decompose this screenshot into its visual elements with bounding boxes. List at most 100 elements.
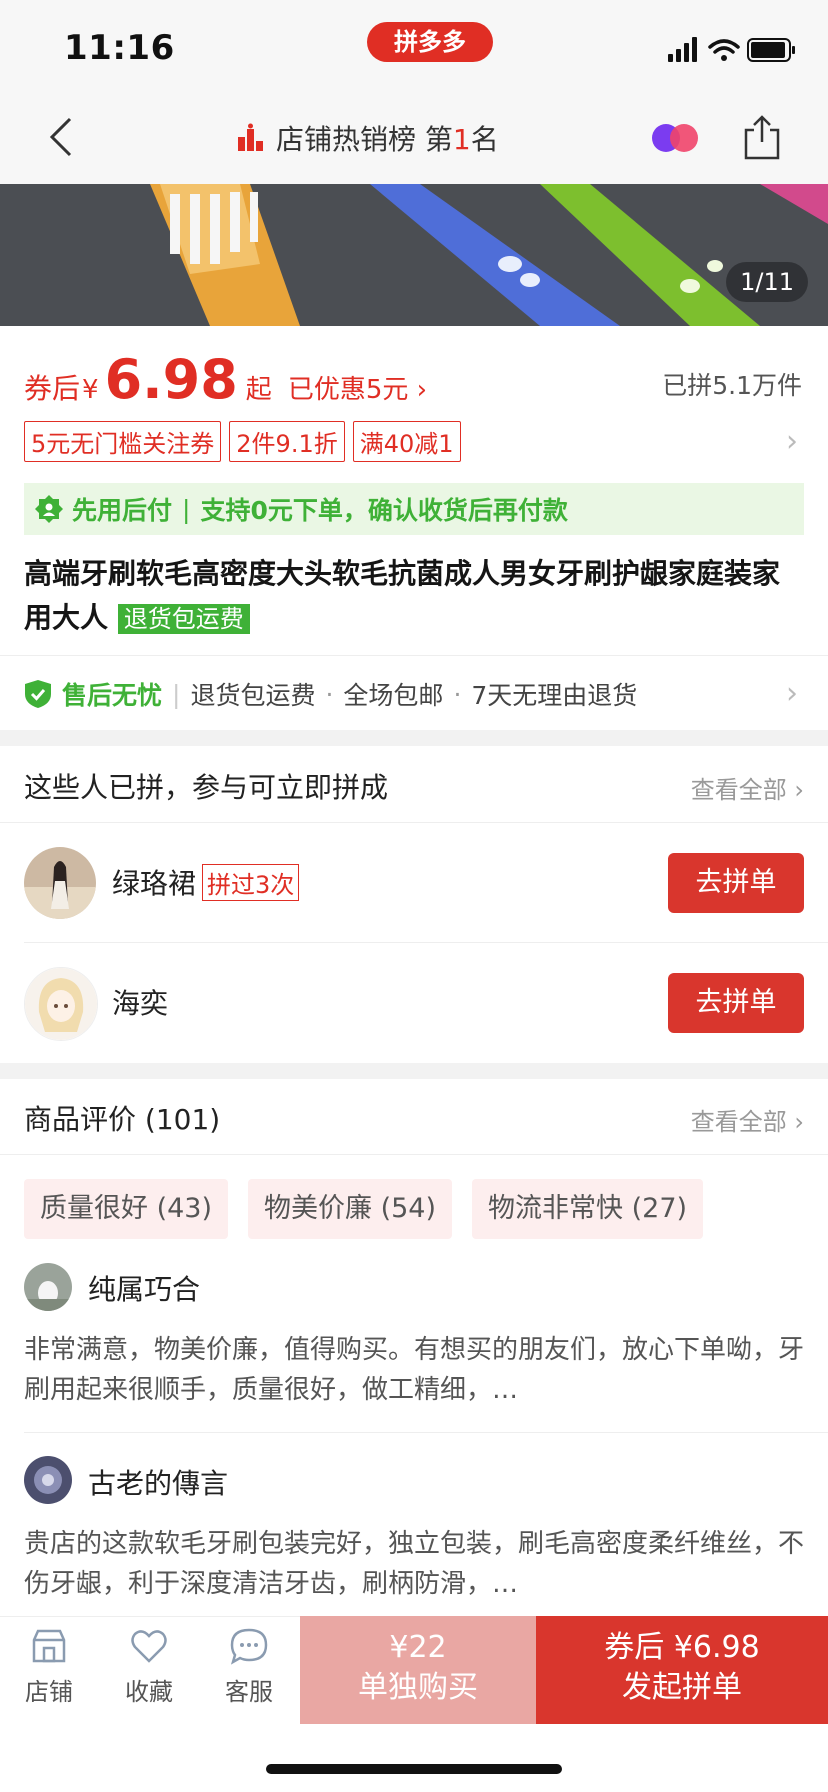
rank-suffix: 名 [470, 123, 499, 156]
coupon-tag[interactable]: 满40减1 [352, 421, 461, 462]
share-icon [744, 115, 780, 160]
home-indicator [266, 1764, 562, 1774]
rank-number: 1 [452, 123, 471, 156]
section-divider [0, 730, 828, 746]
discount-link[interactable]: 已优惠5元 › [288, 369, 427, 406]
after-sale-item: 退货包运费 [190, 681, 316, 710]
chevron-right-icon[interactable]: › [786, 424, 798, 459]
partner-logo-icon[interactable] [650, 122, 702, 158]
product-title: 高端牙刷软毛高密度大头软毛抗菌成人男女牙刷护龈家庭装家用大人 退货包运费 [24, 552, 804, 641]
reviews-view-all[interactable]: 查看全部 › [691, 1102, 804, 1137]
review-tags: 质量很好 (43) 物美价廉 (54) 物流非常快 (27) [24, 1179, 704, 1239]
avatar [24, 967, 98, 1041]
reviewer-name: 古老的傳言 [88, 1467, 229, 1500]
buy-single-button[interactable]: ¥22 单独购买 [300, 1616, 536, 1724]
chevron-right-icon[interactable]: › [786, 676, 798, 711]
single-label: 单独购买 [358, 1670, 478, 1705]
coupon-tag[interactable]: 5元无门槛关注券 [24, 421, 222, 462]
avatar [24, 847, 96, 919]
divider [24, 942, 828, 943]
divider [24, 1432, 828, 1433]
store-icon [32, 1629, 66, 1663]
after-sale-row[interactable]: 售后无忧 | 退货包运费 · 全场包邮 · 7天无理由退货 [24, 676, 637, 712]
battery-icon [747, 38, 795, 62]
shield-check-icon [25, 680, 51, 708]
favorite-label: 收藏 [125, 1678, 173, 1706]
reviewer-avatar [24, 1456, 72, 1504]
sold-count: 已拼5.1万件 [662, 371, 802, 400]
section-divider [0, 1063, 828, 1079]
start-group-button[interactable]: 券后 ¥6.98 发起拼单 [536, 1616, 828, 1724]
app-logo: 拼多多 [367, 22, 493, 62]
group-user: 海奕 [112, 982, 168, 1022]
back-button[interactable] [46, 116, 76, 158]
group-view-all[interactable]: 查看全部 › [691, 770, 804, 805]
store-button[interactable]: 店铺 [14, 1626, 84, 1707]
chevron-left-icon [49, 117, 72, 157]
divider [0, 1154, 828, 1155]
store-rank[interactable]: 店铺热销榜 第1名 [236, 118, 499, 158]
group-user: 绿珞裙 拼过3次 [112, 862, 300, 902]
rank-chart-icon [238, 123, 263, 151]
service-label: 客服 [225, 1678, 273, 1706]
heart-icon [131, 1630, 167, 1663]
reviews-title: 商品评价 (101) [24, 1103, 221, 1136]
join-group-button[interactable]: 去拼单 [668, 853, 804, 913]
separator: | [172, 679, 181, 709]
coupon-tag[interactable]: 2件9.1折 [229, 421, 345, 462]
review-tag[interactable]: 物美价廉 (54) [248, 1179, 453, 1239]
after-sale-title: 售后无忧 [62, 681, 163, 710]
view-all-label: 查看全部 [690, 776, 787, 804]
chevron-right-icon: › [794, 1108, 804, 1136]
group-price: 券后 ¥6.98 [604, 1630, 760, 1665]
group-section-title: 这些人已拼，参与可立即拼成 [24, 771, 389, 804]
price-suffix: 起 [245, 375, 272, 405]
chevron-right-icon: › [416, 375, 428, 405]
currency-symbol: ¥ [82, 375, 99, 405]
dot-separator: · [453, 679, 462, 709]
price-label: 券后 [24, 372, 81, 405]
chevron-right-icon: › [794, 776, 804, 804]
divider [0, 655, 828, 656]
pay-later-icon [35, 495, 63, 523]
after-sale-item: 7天无理由退货 [471, 681, 638, 710]
status-time: 11:16 [64, 28, 175, 68]
customer-service-button[interactable]: 客服 [214, 1626, 284, 1707]
review-text[interactable]: 非常满意，物美价廉，值得购买。有想买的朋友们，放心下单呦，牙刷用起来很顺手，质量… [24, 1330, 804, 1410]
rank-label: 店铺热销榜 第 [276, 123, 453, 156]
image-pager: 1/11 [726, 262, 808, 302]
share-button[interactable] [742, 114, 782, 164]
reviewer-name: 纯属巧合 [88, 1273, 201, 1306]
divider [0, 822, 828, 823]
review-tag[interactable]: 物流非常快 (27) [472, 1179, 704, 1239]
toothbrush-image [0, 184, 828, 326]
review-text[interactable]: 贵店的这款软毛牙刷包装完好，独立包装，刷毛高密度柔纤维丝，不伤牙龈，利于深度清洁… [24, 1524, 804, 1604]
after-sale-item: 全场包邮 [343, 681, 444, 710]
user-name: 绿珞裙 [112, 867, 197, 900]
discount-text: 已优惠5元 [287, 375, 409, 405]
price-value: 6.98 [104, 348, 238, 411]
dot-separator: · [325, 679, 334, 709]
review-tag[interactable]: 质量很好 (43) [24, 1179, 229, 1239]
system-icons [668, 36, 798, 68]
single-price: ¥22 [389, 1630, 447, 1665]
pay-later-banner[interactable]: 先用后付 | 支持0元下单，确认收货后再付款 [24, 483, 804, 535]
separator: | [182, 494, 191, 524]
favorite-button[interactable]: 收藏 [114, 1626, 184, 1707]
reviewer-avatar [24, 1263, 72, 1311]
coupon-list[interactable]: 5元无门槛关注券 2件9.1折 满40减1 [24, 421, 461, 462]
price-row: 券后 ¥ 6.98 起 已优惠5元 › [24, 348, 427, 411]
cellular-signal-icon [668, 37, 697, 62]
return-shipping-tag: 退货包运费 [117, 604, 250, 634]
pay-later-desc: 支持0元下单，确认收货后再付款 [200, 496, 568, 525]
user-badge: 拼过3次 [202, 863, 300, 901]
product-image-carousel[interactable] [0, 184, 828, 326]
user-name: 海奕 [112, 987, 169, 1020]
chat-icon [230, 1628, 268, 1665]
view-all-label: 查看全部 [690, 1108, 787, 1136]
store-label: 店铺 [25, 1678, 73, 1706]
group-label: 发起拼单 [622, 1670, 742, 1705]
join-group-button[interactable]: 去拼单 [668, 973, 804, 1033]
wifi-icon [708, 39, 740, 54]
pay-later-title: 先用后付 [72, 496, 173, 525]
